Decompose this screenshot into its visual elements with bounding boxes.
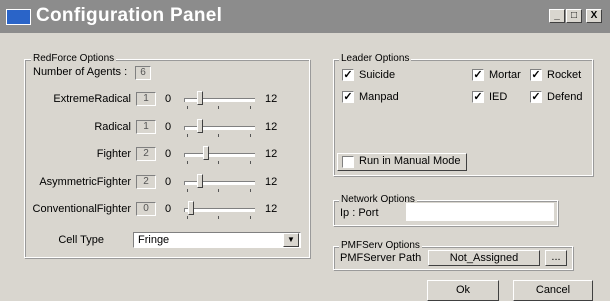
- number-of-agents-label: Number of Agents :: [33, 66, 128, 78]
- leader-option-label: Suicide: [359, 69, 396, 81]
- slider-thumb[interactable]: [197, 119, 203, 133]
- pmfserver-path-value: Not_Assigned: [449, 252, 519, 264]
- leader-option-checkbox[interactable]: ✓: [342, 91, 354, 103]
- manual-mode-box[interactable]: Run in Manual Mode: [337, 153, 467, 171]
- slider-min-label: 0: [165, 93, 172, 105]
- slider-track[interactable]: [184, 98, 255, 102]
- slider-label: Fighter: [96, 148, 131, 160]
- slider-tick: [250, 161, 251, 164]
- slider-tick: [250, 189, 251, 192]
- slider-label: ExtremeRadical: [53, 93, 131, 105]
- slider-tick: [187, 106, 188, 109]
- pmfserv-options-legend: PMFServ Options: [339, 240, 422, 251]
- slider-tick: [187, 134, 188, 137]
- slider-label: Radical: [94, 121, 131, 133]
- close-button[interactable]: X: [586, 9, 602, 23]
- slider-max-label: 12: [265, 203, 278, 215]
- leader-options-legend: Leader Options: [339, 53, 412, 64]
- slider-tick: [250, 216, 251, 219]
- slider-tick: [218, 106, 219, 109]
- ok-button[interactable]: Ok: [427, 280, 499, 301]
- cell-type-select[interactable]: Fringe ▼: [133, 232, 301, 248]
- slider-tick: [218, 134, 219, 137]
- leader-option-checkbox[interactable]: ✓: [530, 91, 542, 103]
- agent-count-field[interactable]: 0: [136, 202, 156, 216]
- maximize-button[interactable]: □: [566, 9, 582, 23]
- slider-tick: [250, 106, 251, 109]
- pmfserver-path-label: PMFServer Path: [340, 252, 422, 264]
- slider-track[interactable]: [184, 208, 255, 212]
- slider-track[interactable]: [184, 181, 255, 185]
- slider-max-label: 12: [265, 121, 278, 133]
- leader-option-checkbox[interactable]: ✓: [530, 69, 542, 81]
- cancel-button[interactable]: Cancel: [513, 280, 593, 301]
- minimize-button[interactable]: _: [549, 9, 565, 23]
- leader-option-label: Rocket: [547, 69, 582, 81]
- agent-count-field[interactable]: 1: [136, 120, 156, 134]
- window-icon: [6, 9, 31, 25]
- leader-option-label: Manpad: [359, 91, 399, 103]
- leader-option-label: Defend: [547, 91, 583, 103]
- manual-mode-label: Run in Manual Mode: [359, 155, 461, 167]
- leader-option-label: IED: [489, 91, 508, 103]
- slider-label: AsymmetricFighter: [39, 176, 131, 188]
- slider-thumb[interactable]: [203, 146, 209, 160]
- slider-max-label: 12: [265, 148, 278, 160]
- slider-track[interactable]: [184, 153, 255, 157]
- slider-tick: [218, 189, 219, 192]
- redforce-options-legend: RedForce Options: [31, 53, 117, 64]
- leader-option-checkbox[interactable]: ✓: [342, 69, 354, 81]
- slider-tick: [187, 161, 188, 164]
- chevron-down-icon[interactable]: ▼: [283, 233, 299, 247]
- slider-label: ConventionalFighter: [32, 203, 131, 215]
- cell-type-label: Cell Type: [58, 234, 104, 246]
- leader-option-label: Mortar: [489, 69, 521, 81]
- ip-port-input[interactable]: [406, 203, 554, 221]
- slider-tick: [187, 216, 188, 219]
- slider-tick: [218, 216, 219, 219]
- slider-min-label: 0: [165, 203, 172, 215]
- slider-thumb[interactable]: [188, 201, 194, 215]
- agent-count-field[interactable]: 2: [136, 147, 156, 161]
- agent-count-field[interactable]: 2: [136, 175, 156, 189]
- slider-thumb[interactable]: [197, 91, 203, 105]
- pmfserver-path-field[interactable]: Not_Assigned: [428, 250, 540, 266]
- cell-type-value: Fringe: [138, 234, 170, 246]
- title-bar: Configuration Panel _ □ X: [0, 0, 610, 33]
- slider-thumb[interactable]: [197, 174, 203, 188]
- window-title: Configuration Panel: [36, 5, 223, 26]
- slider-tick: [218, 161, 219, 164]
- slider-max-label: 12: [265, 176, 278, 188]
- leader-option-checkbox[interactable]: ✓: [472, 91, 484, 103]
- slider-tick: [250, 134, 251, 137]
- browse-button[interactable]: ...: [545, 250, 567, 266]
- slider-max-label: 12: [265, 93, 278, 105]
- slider-min-label: 0: [165, 121, 172, 133]
- ip-port-label: Ip : Port: [340, 207, 379, 219]
- manual-mode-checkbox[interactable]: [342, 156, 354, 168]
- slider-track[interactable]: [184, 126, 255, 130]
- slider-min-label: 0: [165, 148, 172, 160]
- leader-option-checkbox[interactable]: ✓: [472, 69, 484, 81]
- number-of-agents-field: 6: [135, 66, 151, 80]
- slider-tick: [187, 189, 188, 192]
- agent-count-field[interactable]: 1: [136, 92, 156, 106]
- slider-min-label: 0: [165, 176, 172, 188]
